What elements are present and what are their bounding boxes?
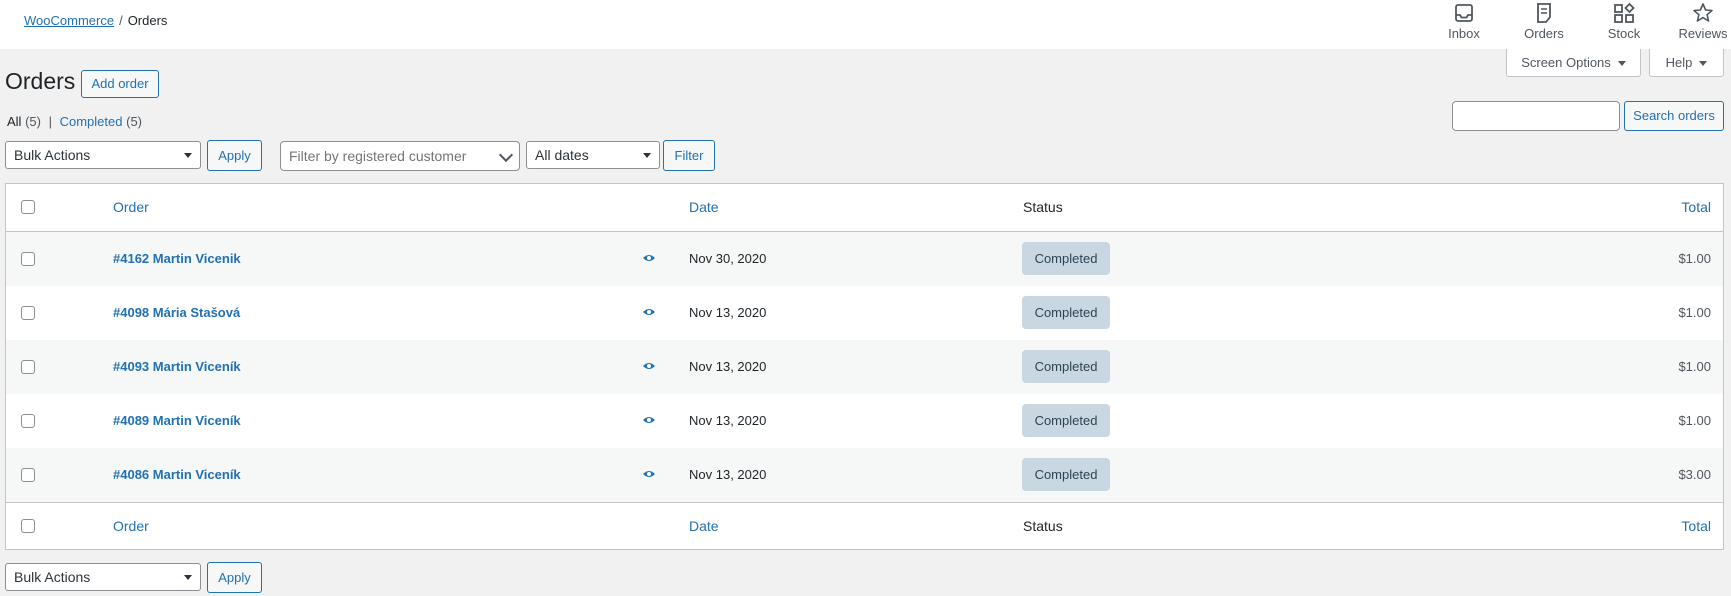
order-date: Nov 30, 2020 (689, 251, 767, 266)
eye-preview-icon[interactable] (642, 361, 656, 371)
help-button[interactable]: Help (1649, 49, 1724, 77)
row-checkbox[interactable] (21, 252, 35, 266)
orders-table: Order Date Status Total #4162 Martin Vic… (5, 183, 1724, 550)
status-badge: Completed (1022, 296, 1110, 329)
status-badge: Completed (1022, 404, 1110, 437)
screen-options-label: Screen Options (1521, 55, 1611, 70)
bulk-actions-select-top[interactable]: Bulk Actions (5, 141, 201, 169)
order-link[interactable]: #4162 Martin Vicenik (113, 251, 241, 266)
row-checkbox[interactable] (21, 468, 35, 482)
column-status-footer: Status (1023, 518, 1063, 534)
caret-down-icon (1699, 61, 1708, 67)
view-completed-count: (5) (126, 114, 142, 129)
apply-button-bottom[interactable]: Apply (207, 562, 262, 593)
order-link[interactable]: #4093 Martin Viceník (113, 359, 241, 374)
view-all-link[interactable]: All (7, 114, 21, 129)
page-title: Orders (5, 68, 76, 94)
row-checkbox[interactable] (21, 306, 35, 320)
order-total: $1.00 (1678, 359, 1711, 374)
inbox-icon (1455, 4, 1473, 22)
activity-inbox-button[interactable]: Inbox (1429, 2, 1499, 41)
date-filter-value: All dates (535, 147, 589, 163)
status-badge: Completed (1022, 350, 1110, 383)
eye-preview-icon[interactable] (642, 253, 656, 263)
view-all-count: (5) (25, 114, 41, 129)
breadcrumb-separator: / (119, 13, 123, 28)
view-separator: | (48, 114, 52, 129)
help-label: Help (1665, 55, 1693, 70)
activity-stock-label: Stock (1607, 26, 1641, 41)
column-order-header[interactable]: Order (113, 199, 149, 215)
order-date: Nov 13, 2020 (689, 413, 767, 428)
dropdown-arrow-icon (184, 575, 192, 580)
search-orders-input[interactable] (1452, 101, 1620, 131)
order-date: Nov 13, 2020 (689, 359, 767, 374)
activity-orders-button[interactable]: Orders (1509, 2, 1579, 41)
select-all-checkbox-footer[interactable] (21, 519, 35, 533)
table-row[interactable]: #4098 Mária Stašová Nov 13, 2020 Complet… (6, 286, 1723, 340)
row-checkbox[interactable] (21, 414, 35, 428)
activity-stock-button[interactable]: Stock (1589, 2, 1659, 41)
table-row[interactable]: #4089 Martin Viceník Nov 13, 2020 Comple… (6, 394, 1723, 448)
star-icon (1693, 3, 1713, 22)
column-date-header[interactable]: Date (689, 199, 719, 215)
order-link[interactable]: #4089 Martin Viceník (113, 413, 241, 428)
table-row[interactable]: #4093 Martin Viceník Nov 13, 2020 Comple… (6, 340, 1723, 394)
filter-button[interactable]: Filter (663, 140, 715, 171)
customer-filter-combobox[interactable]: Filter by registered customer (280, 141, 520, 171)
order-date: Nov 13, 2020 (689, 467, 767, 482)
table-header: Order Date Status Total (6, 184, 1723, 232)
orders-icon (1537, 3, 1551, 23)
status-badge: Completed (1022, 458, 1110, 491)
view-completed-link[interactable]: Completed (60, 114, 123, 129)
eye-preview-icon[interactable] (642, 307, 656, 317)
order-total: $1.00 (1678, 251, 1711, 266)
order-total: $1.00 (1678, 413, 1711, 428)
top-bar: WooCommerce / Orders Inbox Orders Stock Re… (0, 0, 1731, 49)
stock-icon (1614, 2, 1635, 23)
status-badge: Completed (1022, 242, 1110, 275)
activity-orders-label: Orders (1524, 26, 1564, 41)
breadcrumb-woocommerce-link[interactable]: WooCommerce (24, 13, 114, 28)
order-total: $3.00 (1678, 467, 1711, 482)
table-row[interactable]: #4086 Martin Viceník Nov 13, 2020 Comple… (6, 448, 1723, 502)
order-date: Nov 13, 2020 (689, 305, 767, 320)
table-footer: Order Date Status Total (6, 502, 1723, 549)
activity-reviews-button[interactable]: Reviews (1668, 2, 1731, 41)
add-order-button[interactable]: Add order (81, 70, 159, 98)
screen-options-button[interactable]: Screen Options (1506, 49, 1641, 77)
customer-filter-placeholder: Filter by registered customer (289, 148, 467, 164)
column-total-footer[interactable]: Total (1681, 518, 1711, 534)
row-checkbox[interactable] (21, 360, 35, 374)
order-link[interactable]: #4098 Mária Stašová (113, 305, 240, 320)
bulk-actions-select-bottom[interactable]: Bulk Actions (5, 563, 201, 591)
order-total: $1.00 (1678, 305, 1711, 320)
dropdown-arrow-icon (643, 153, 651, 158)
order-link[interactable]: #4086 Martin Viceník (113, 467, 241, 482)
date-filter-select[interactable]: All dates (526, 141, 660, 169)
bulk-actions-value-bottom: Bulk Actions (14, 569, 91, 585)
status-views: All (5) | Completed (5) (7, 114, 142, 129)
apply-button-top[interactable]: Apply (207, 140, 262, 171)
select-all-checkbox[interactable] (21, 200, 35, 214)
activity-reviews-label: Reviews (1678, 26, 1728, 41)
dropdown-arrow-icon (184, 153, 192, 158)
chevron-down-icon (498, 147, 514, 163)
search-orders-button[interactable]: Search orders (1624, 101, 1724, 131)
bulk-actions-value: Bulk Actions (14, 147, 91, 163)
activity-inbox-label: Inbox (1448, 26, 1480, 41)
eye-preview-icon[interactable] (642, 415, 656, 425)
table-row[interactable]: #4162 Martin Vicenik Nov 30, 2020 Comple… (6, 232, 1723, 286)
column-status-header: Status (1023, 199, 1063, 215)
breadcrumb-current: Orders (127, 13, 168, 28)
eye-preview-icon[interactable] (642, 469, 656, 479)
column-order-footer[interactable]: Order (113, 518, 149, 534)
column-total-header[interactable]: Total (1681, 199, 1711, 215)
breadcrumb: WooCommerce / Orders (24, 13, 167, 28)
column-date-footer[interactable]: Date (689, 518, 719, 534)
caret-down-icon (1617, 61, 1626, 67)
